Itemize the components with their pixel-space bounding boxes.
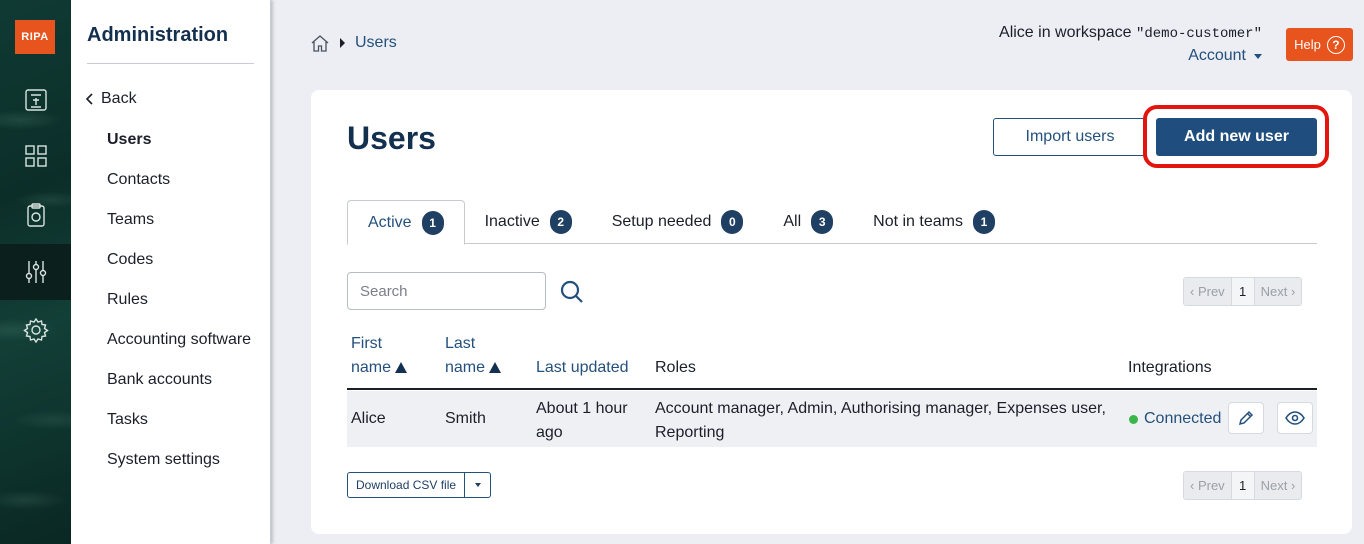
sidebar-item-system-settings[interactable]: System settings bbox=[107, 448, 257, 472]
help-button[interactable]: Help ? bbox=[1286, 28, 1353, 61]
tab-not-in-teams[interactable]: Not in teams 1 bbox=[853, 200, 1015, 244]
column-roles: Roles bbox=[655, 359, 696, 376]
account-dropdown[interactable]: Account bbox=[1188, 47, 1262, 65]
user-status-tabs: Active 1 Inactive 2 Setup needed 0 All 3… bbox=[347, 200, 1317, 245]
cell-last-name: Smith bbox=[445, 410, 486, 427]
cell-text: Account manager, Admin, Authorising mana… bbox=[655, 400, 1106, 417]
dashboard-grid-icon[interactable] bbox=[0, 128, 71, 184]
status-label: Connected bbox=[1144, 410, 1222, 427]
search-icon[interactable] bbox=[559, 279, 585, 305]
cell-roles: Account manager, Admin, Authorising mana… bbox=[655, 397, 1106, 445]
edit-user-button[interactable] bbox=[1228, 402, 1264, 434]
import-users-button[interactable]: Import users bbox=[993, 118, 1147, 156]
sort-ascending-icon bbox=[489, 362, 502, 373]
header-text: name bbox=[351, 359, 392, 376]
clipboard-icon[interactable] bbox=[0, 187, 71, 243]
sidebar-title: Administration bbox=[87, 24, 229, 46]
tab-label: Setup needed bbox=[611, 213, 712, 230]
cell-text: ago bbox=[536, 424, 563, 441]
caret-down-icon bbox=[1254, 53, 1262, 59]
next-page-button[interactable]: Next › bbox=[1254, 278, 1302, 305]
csv-options-toggle[interactable] bbox=[464, 473, 490, 497]
sidebar-item-accounting-software[interactable]: Accounting software bbox=[107, 328, 257, 352]
header-text: First bbox=[351, 335, 383, 352]
home-icon[interactable] bbox=[310, 33, 330, 53]
sidebar-divider bbox=[87, 63, 254, 64]
table-row[interactable]: Alice Smith About 1 hour ago Account man… bbox=[347, 391, 1317, 447]
pagination-bottom: ‹ Prev 1 Next › bbox=[1183, 471, 1303, 500]
sidebar-item-codes[interactable]: Codes bbox=[107, 248, 257, 272]
count-badge: 3 bbox=[811, 210, 834, 234]
next-page-button[interactable]: Next › bbox=[1254, 472, 1302, 499]
column-last-name[interactable]: Last name bbox=[445, 332, 502, 380]
header-text: name bbox=[445, 359, 486, 376]
view-user-button[interactable] bbox=[1277, 402, 1313, 434]
sidebar-item-rules[interactable]: Rules bbox=[107, 288, 257, 312]
csv-label: Download CSV file bbox=[356, 478, 457, 492]
pencil-icon bbox=[1238, 410, 1254, 426]
integration-status[interactable]: Connected bbox=[1129, 407, 1221, 431]
workspace-label: Alice in workspace "demo-customer" bbox=[999, 24, 1262, 42]
tab-label: Active bbox=[368, 213, 412, 231]
sort-ascending-icon bbox=[395, 362, 408, 373]
tab-active[interactable]: Active 1 bbox=[347, 200, 465, 245]
question-circle-icon: ? bbox=[1326, 35, 1345, 54]
admin-sidebar: Administration Back Users Contacts Teams… bbox=[71, 0, 271, 544]
breadcrumb: Users bbox=[310, 33, 397, 53]
table-header: First name Last name Last updated Roles … bbox=[347, 334, 1317, 390]
cell-first-name: Alice bbox=[351, 410, 386, 427]
sidebar-item-contacts[interactable]: Contacts bbox=[107, 168, 257, 192]
workspace-name: "demo-customer" bbox=[1135, 26, 1262, 42]
help-label: Help bbox=[1294, 37, 1321, 52]
page-number[interactable]: 1 bbox=[1230, 472, 1255, 499]
back-label: Back bbox=[101, 90, 137, 107]
back-link[interactable]: Back bbox=[85, 90, 137, 108]
tab-label: All bbox=[783, 213, 802, 230]
count-badge: 1 bbox=[421, 210, 444, 235]
header-text: Last bbox=[445, 335, 476, 352]
cell-text: About 1 hour bbox=[536, 400, 628, 417]
sidebar-item-tasks[interactable]: Tasks bbox=[107, 408, 257, 432]
users-card: Users Import users Add new user Active 1… bbox=[311, 90, 1352, 534]
count-badge: 0 bbox=[721, 210, 744, 234]
breadcrumb-separator-icon bbox=[340, 38, 345, 48]
cell-text: Reporting bbox=[655, 424, 725, 441]
column-integrations: Integrations bbox=[1128, 359, 1212, 376]
chevron-left-icon bbox=[85, 93, 93, 105]
account-label: Account bbox=[1188, 47, 1246, 64]
download-csv-button[interactable]: Download CSV file bbox=[347, 472, 492, 498]
sidebar-nav: Users Contacts Teams Codes Rules Account… bbox=[107, 128, 257, 488]
cell-last-updated: About 1 hour ago bbox=[536, 397, 628, 445]
prev-page-button[interactable]: ‹ Prev bbox=[1184, 278, 1231, 305]
workspace-prefix: Alice in workspace bbox=[999, 24, 1136, 41]
column-last-updated[interactable]: Last updated bbox=[536, 356, 629, 380]
count-badge: 2 bbox=[549, 210, 572, 234]
page-title: Users bbox=[347, 120, 436, 156]
sidebar-item-teams[interactable]: Teams bbox=[107, 208, 257, 232]
search-input[interactable] bbox=[347, 272, 546, 310]
icon-rail: RIPA bbox=[0, 0, 71, 544]
tab-label: Inactive bbox=[484, 213, 540, 230]
column-first-name[interactable]: First name bbox=[351, 332, 408, 380]
eye-icon bbox=[1285, 411, 1305, 425]
prev-page-button[interactable]: ‹ Prev bbox=[1184, 472, 1231, 499]
page-number[interactable]: 1 bbox=[1230, 278, 1255, 305]
breadcrumb-current[interactable]: Users bbox=[355, 34, 397, 52]
sliders-icon[interactable] bbox=[0, 244, 71, 300]
tab-setup-needed[interactable]: Setup needed 0 bbox=[592, 200, 764, 244]
tab-all[interactable]: All 3 bbox=[763, 200, 853, 244]
caret-down-icon bbox=[474, 483, 481, 487]
sidebar-item-bank-accounts[interactable]: Bank accounts bbox=[107, 368, 257, 392]
count-badge: 1 bbox=[972, 210, 995, 234]
pagination-top: ‹ Prev 1 Next › bbox=[1183, 277, 1303, 306]
ripa-logo[interactable]: RIPA bbox=[15, 20, 55, 54]
add-new-user-button[interactable]: Add new user bbox=[1156, 118, 1317, 156]
status-dot-icon bbox=[1129, 414, 1138, 424]
tab-inactive[interactable]: Inactive 2 bbox=[465, 200, 592, 244]
tab-label: Not in teams bbox=[873, 213, 963, 230]
sidebar-item-users[interactable]: Users bbox=[107, 128, 257, 152]
receipt-icon[interactable] bbox=[0, 72, 71, 128]
gear-icon[interactable] bbox=[0, 302, 71, 358]
